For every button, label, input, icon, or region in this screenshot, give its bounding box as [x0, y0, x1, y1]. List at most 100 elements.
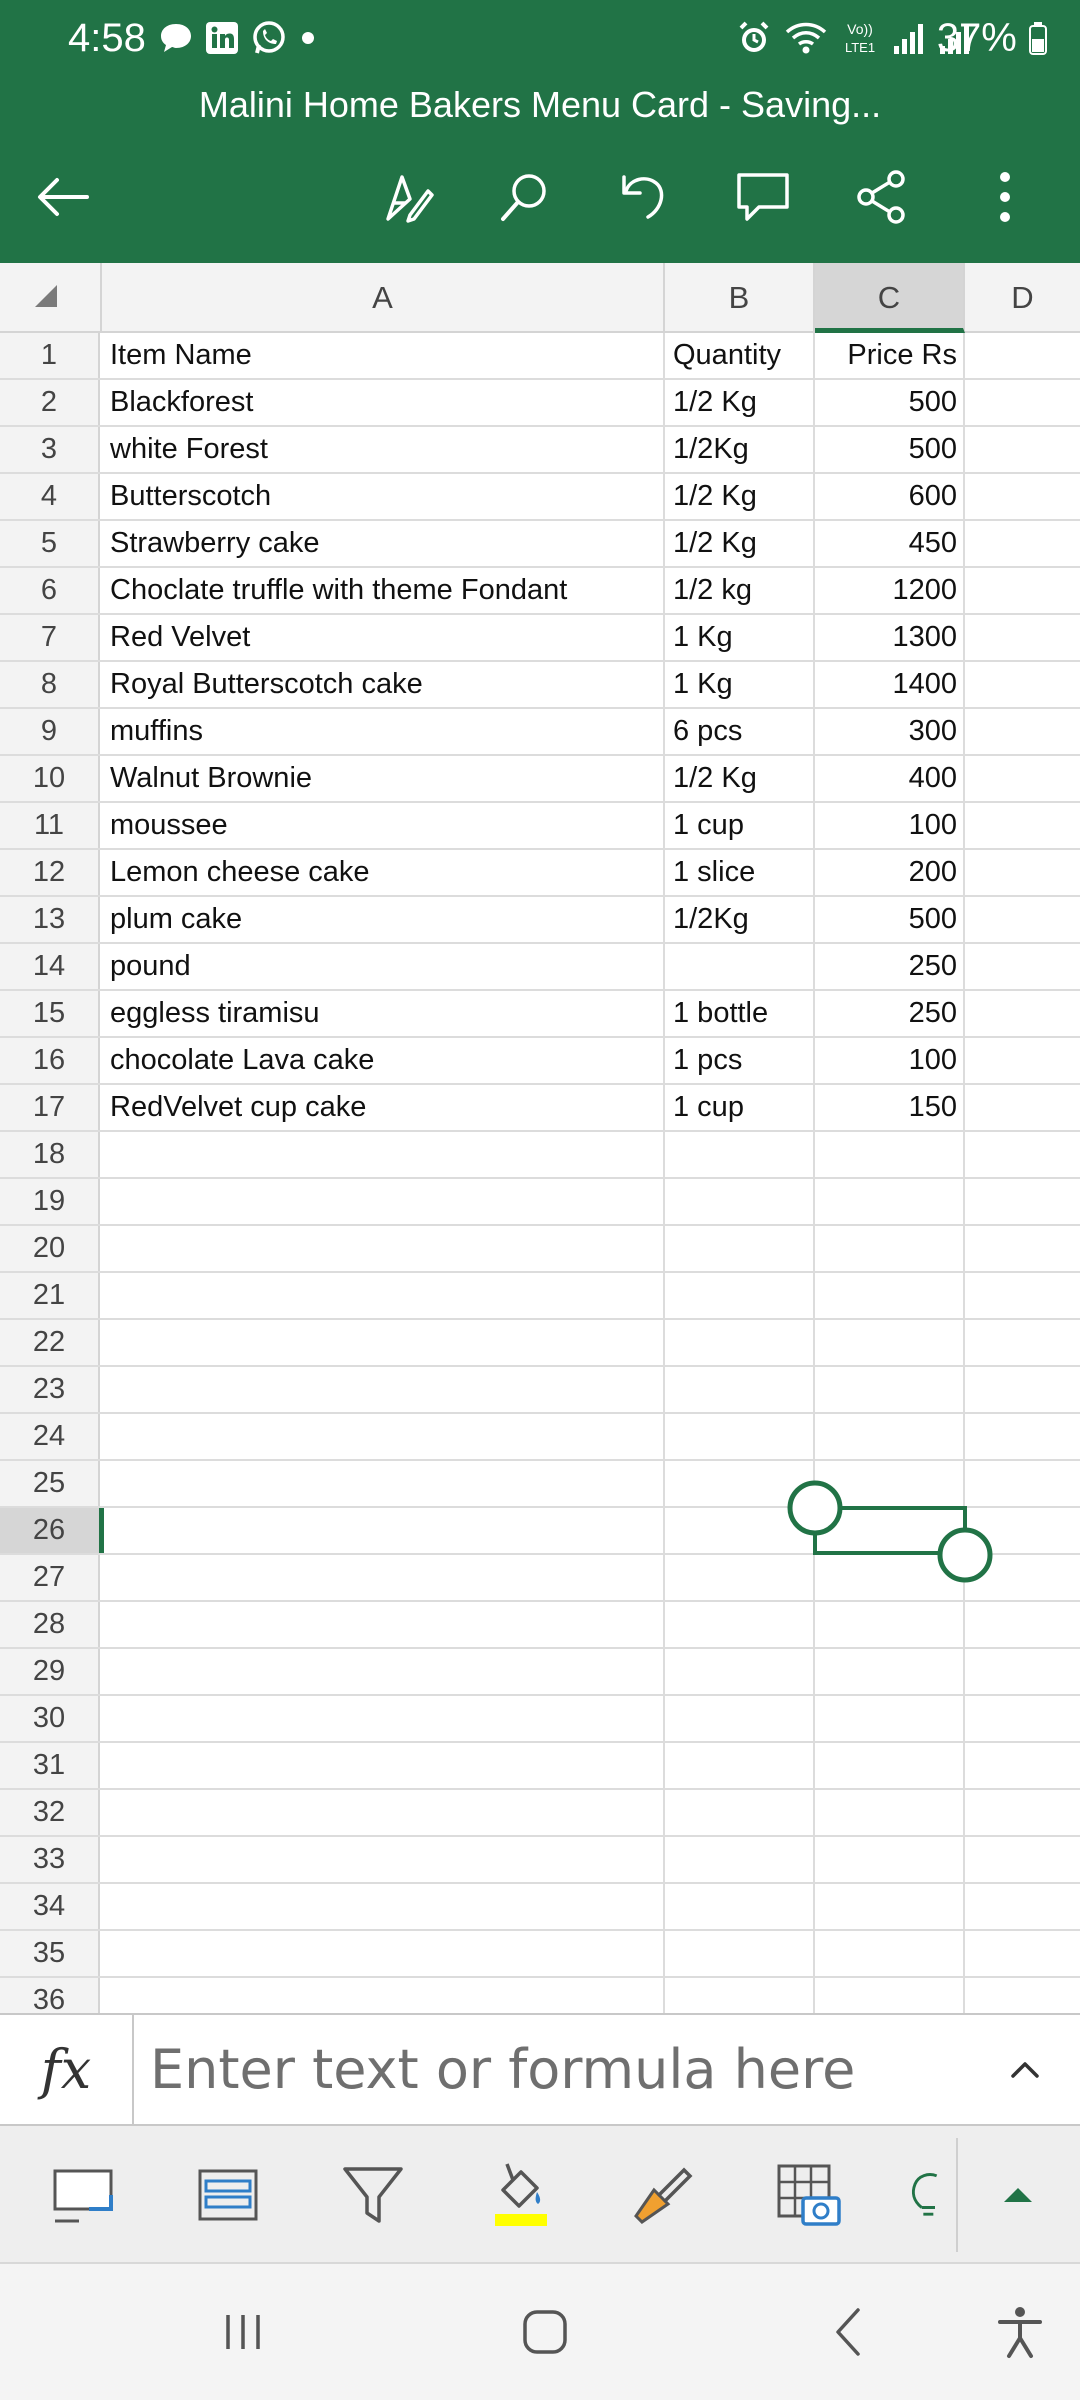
row-header[interactable]: 14	[0, 944, 100, 989]
cell-b[interactable]	[665, 1884, 815, 1929]
row-header[interactable]: 28	[0, 1602, 100, 1647]
expand-ribbon-button[interactable]	[973, 2150, 1063, 2240]
cell-b[interactable]: 1/2 Kg	[665, 756, 815, 801]
row-header[interactable]: 3	[0, 427, 100, 472]
cell-a[interactable]	[102, 1649, 665, 1694]
cell-d[interactable]	[965, 1414, 1080, 1459]
cell-b[interactable]	[665, 1602, 815, 1647]
ideas-button[interactable]	[905, 2150, 955, 2240]
cell-d[interactable]	[965, 568, 1080, 613]
cell-c[interactable]: 500	[815, 427, 965, 472]
cell-a[interactable]	[102, 1978, 665, 2013]
cell-b[interactable]: 1/2 Kg	[665, 380, 815, 425]
cell-d[interactable]	[965, 756, 1080, 801]
cell-a[interactable]	[102, 1132, 665, 1177]
row-header[interactable]: 9	[0, 709, 100, 754]
back-arrow-button[interactable]	[28, 162, 98, 232]
column-header-a[interactable]: A	[102, 263, 665, 333]
cell-format-button[interactable]	[38, 2150, 128, 2240]
cell-d[interactable]	[965, 1696, 1080, 1741]
cell-b[interactable]	[665, 1320, 815, 1365]
cell-c[interactable]	[815, 1555, 965, 1600]
cell-d[interactable]	[965, 803, 1080, 848]
cell-c[interactable]: 100	[815, 803, 965, 848]
cell-d[interactable]	[965, 474, 1080, 519]
cell-d[interactable]	[965, 1132, 1080, 1177]
fill-color-button[interactable]	[473, 2150, 563, 2240]
cell-d[interactable]	[965, 1931, 1080, 1976]
cell-d[interactable]	[965, 944, 1080, 989]
cell-d[interactable]	[965, 1884, 1080, 1929]
row-header[interactable]: 27	[0, 1555, 100, 1600]
cell-c[interactable]: 300	[815, 709, 965, 754]
cell-b[interactable]	[665, 1837, 815, 1882]
cell-d[interactable]	[965, 1320, 1080, 1365]
accessibility-button[interactable]	[980, 2294, 1060, 2370]
row-header[interactable]: 22	[0, 1320, 100, 1365]
cell-b[interactable]	[665, 1367, 815, 1412]
cell-b[interactable]	[665, 1132, 815, 1177]
row-header[interactable]: 20	[0, 1226, 100, 1271]
cell-d[interactable]	[965, 897, 1080, 942]
cell-b[interactable]	[665, 1508, 815, 1553]
row-header[interactable]: 13	[0, 897, 100, 942]
cell-c[interactable]: 1400	[815, 662, 965, 707]
cell-b[interactable]	[665, 944, 815, 989]
cell-c[interactable]	[815, 1649, 965, 1694]
cell-d[interactable]	[965, 1555, 1080, 1600]
cell-b[interactable]: 1/2Kg	[665, 897, 815, 942]
expand-formula-button[interactable]	[1000, 2045, 1050, 2095]
cell-d[interactable]	[965, 709, 1080, 754]
cell-b[interactable]	[665, 1179, 815, 1224]
row-header[interactable]: 12	[0, 850, 100, 895]
cell-a[interactable]	[102, 1226, 665, 1271]
filter-button[interactable]	[328, 2150, 418, 2240]
cell-a[interactable]: Red Velvet	[102, 615, 665, 660]
cell-c[interactable]	[815, 1696, 965, 1741]
column-header-d[interactable]: D	[965, 263, 1080, 333]
cell-a[interactable]	[102, 1555, 665, 1600]
cell-b[interactable]: 6 pcs	[665, 709, 815, 754]
cell-c[interactable]: 500	[815, 380, 965, 425]
comment-button[interactable]	[728, 162, 798, 232]
fx-function-button[interactable]: fx	[0, 2015, 134, 2124]
row-header[interactable]: 1	[0, 333, 100, 378]
cell-a[interactable]: Lemon cheese cake	[102, 850, 665, 895]
cell-a[interactable]: Choclate truffle with theme Fondant	[102, 568, 665, 613]
cell-c[interactable]: 250	[815, 991, 965, 1036]
cell-c[interactable]: 150	[815, 1085, 965, 1130]
cell-a[interactable]: Blackforest	[102, 380, 665, 425]
share-button[interactable]	[847, 162, 917, 232]
row-header[interactable]: 4	[0, 474, 100, 519]
row-header[interactable]: 24	[0, 1414, 100, 1459]
insert-picture-button[interactable]	[763, 2150, 853, 2240]
column-header-c[interactable]: C	[815, 263, 965, 333]
cell-a[interactable]: plum cake	[102, 897, 665, 942]
cell-c[interactable]	[815, 1931, 965, 1976]
cell-d[interactable]	[965, 521, 1080, 566]
cell-b[interactable]: 1 cup	[665, 803, 815, 848]
cell-a[interactable]: Strawberry cake	[102, 521, 665, 566]
cell-a[interactable]	[102, 1837, 665, 1882]
cell-a[interactable]	[102, 1790, 665, 1835]
format-painter-button[interactable]	[618, 2150, 708, 2240]
cell-c[interactable]: 450	[815, 521, 965, 566]
row-header[interactable]: 31	[0, 1743, 100, 1788]
cell-d[interactable]	[965, 1461, 1080, 1506]
cell-d[interactable]	[965, 1038, 1080, 1083]
cell-a[interactable]: chocolate Lava cake	[102, 1038, 665, 1083]
row-header[interactable]: 36	[0, 1978, 100, 2013]
cell-c[interactable]	[815, 1508, 965, 1553]
row-header[interactable]: 11	[0, 803, 100, 848]
cell-d[interactable]	[965, 991, 1080, 1036]
row-header[interactable]: 17	[0, 1085, 100, 1130]
cell-b[interactable]: 1 Kg	[665, 662, 815, 707]
cell-d[interactable]	[965, 1837, 1080, 1882]
row-header[interactable]: 2	[0, 380, 100, 425]
back-button[interactable]	[808, 2294, 888, 2370]
cell-c[interactable]	[815, 1884, 965, 1929]
cell-b[interactable]	[665, 1696, 815, 1741]
cell-c[interactable]	[815, 1790, 965, 1835]
home-button[interactable]	[505, 2294, 585, 2370]
cell-a[interactable]: Royal Butterscotch cake	[102, 662, 665, 707]
